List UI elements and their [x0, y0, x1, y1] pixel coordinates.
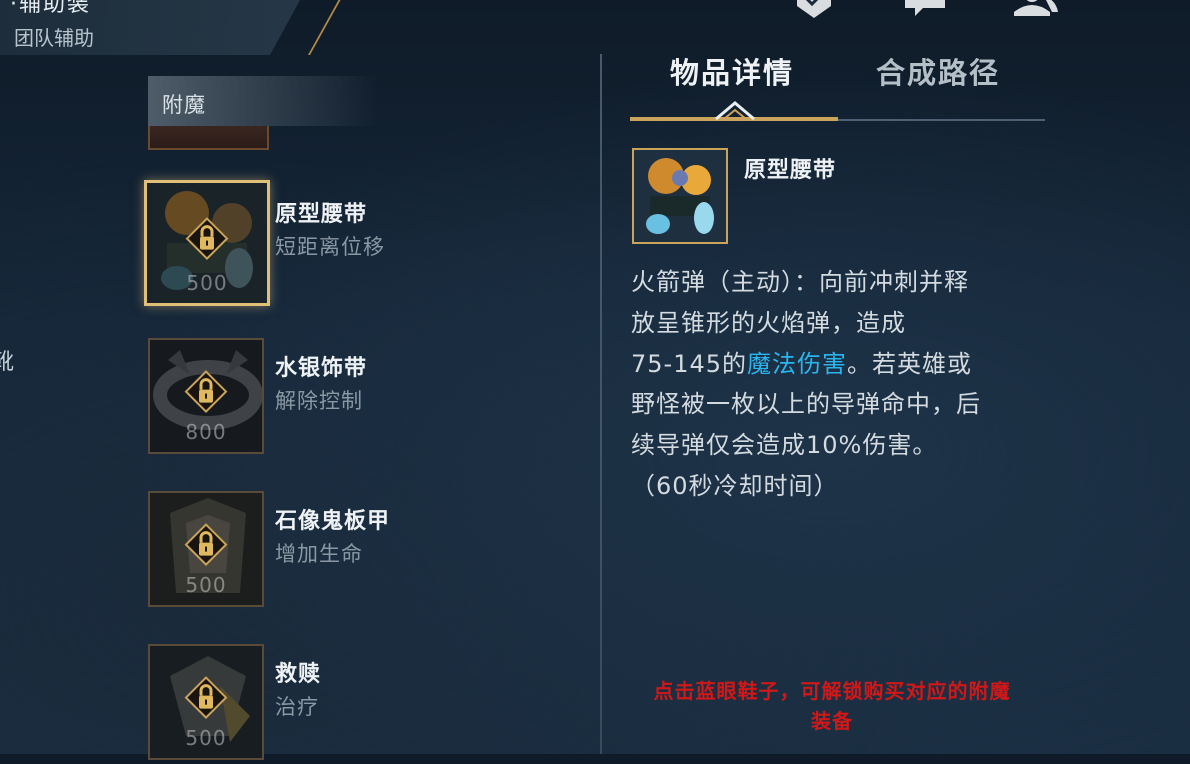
detail-item-name: 原型腰带: [744, 158, 837, 183]
panel-divider: [600, 54, 602, 754]
item-price: 500: [185, 726, 227, 750]
lock-icon: [184, 676, 228, 720]
list-item-mercury-sash[interactable]: 800 水银饰带 解除控制: [148, 338, 578, 458]
check-shield-icon[interactable]: [795, 0, 833, 18]
description-line: 放呈锥形的火焰弹，造成: [631, 308, 906, 337]
list-item-redemption[interactable]: 500 救赎 治疗: [148, 644, 578, 764]
tab-item-details[interactable]: 物品详情: [670, 50, 794, 92]
description-line: 火箭弹（主动）：向前冲刺并释: [631, 268, 969, 296]
lock-icon: [184, 370, 228, 414]
description-fragment: 。若英雄或: [847, 349, 973, 378]
magic-damage-keyword: 魔法伤害: [747, 349, 848, 378]
annotation-note: 点击蓝眼鞋子，可解锁购买对应的附魔 装备: [612, 676, 1052, 736]
previous-item-edge[interactable]: [148, 126, 269, 150]
item-effect: 短距离位移: [275, 235, 385, 259]
lock-icon: [185, 217, 229, 261]
category-header[interactable]: 附魔: [148, 76, 378, 126]
list-item-gargoyle-plate[interactable]: 500 石像鬼板甲 增加生命: [148, 491, 578, 611]
detail-item-icon: [632, 148, 728, 244]
item-effect: 治疗: [275, 695, 319, 719]
rocket-belt-art: [634, 150, 726, 242]
item-thumbnail[interactable]: 800: [148, 338, 264, 454]
role-filter-label[interactable]: 团队辅助: [14, 22, 94, 51]
lock-icon: [184, 523, 228, 567]
item-thumbnail[interactable]: 500: [148, 644, 264, 760]
list-item-rocket-belt[interactable]: 500 原型腰带 短距离位移: [144, 180, 578, 306]
item-name: 石像鬼板甲: [275, 509, 391, 534]
note-line: 点击蓝眼鞋子，可解锁购买对应的附魔: [653, 679, 1011, 703]
description-line: 75-145的魔法伤害。若英雄或: [631, 344, 1051, 385]
description-line: 续导弹仅会造成10%伤害。: [631, 431, 938, 460]
item-price: 800: [185, 420, 227, 444]
caret-up-icon: [715, 101, 755, 120]
chat-icon[interactable]: [905, 0, 945, 18]
item-name: 原型腰带: [275, 202, 368, 227]
damage-range: 75-145的: [631, 349, 748, 378]
friends-icon[interactable]: [1012, 0, 1058, 18]
item-thumbnail[interactable]: 500: [144, 180, 270, 306]
cooldown-line: （60秒冷却时间）: [631, 471, 839, 500]
item-price: 500: [186, 271, 228, 295]
item-effect: 解除控制: [275, 389, 363, 413]
item-thumbnail[interactable]: 500: [148, 491, 264, 607]
category-label: 附魔: [162, 93, 206, 117]
item-effect: 增加生命: [275, 542, 363, 566]
note-line: 装备: [811, 709, 853, 733]
left-edge-fragment: 靴: [0, 350, 15, 375]
item-name: 水银饰带: [275, 356, 368, 381]
item-price: 500: [185, 573, 227, 597]
item-description: 火箭弹（主动）：向前冲刺并释 放呈锥形的火焰弹，造成 75-145的魔法伤害。若…: [631, 262, 1051, 507]
tab-build-path[interactable]: 合成路径: [876, 50, 1000, 92]
item-name: 救赎: [275, 662, 322, 687]
description-line: 野怪被一枚以上的导弹命中，后: [631, 390, 981, 419]
banner-title: ·辅助装: [10, 0, 91, 17]
